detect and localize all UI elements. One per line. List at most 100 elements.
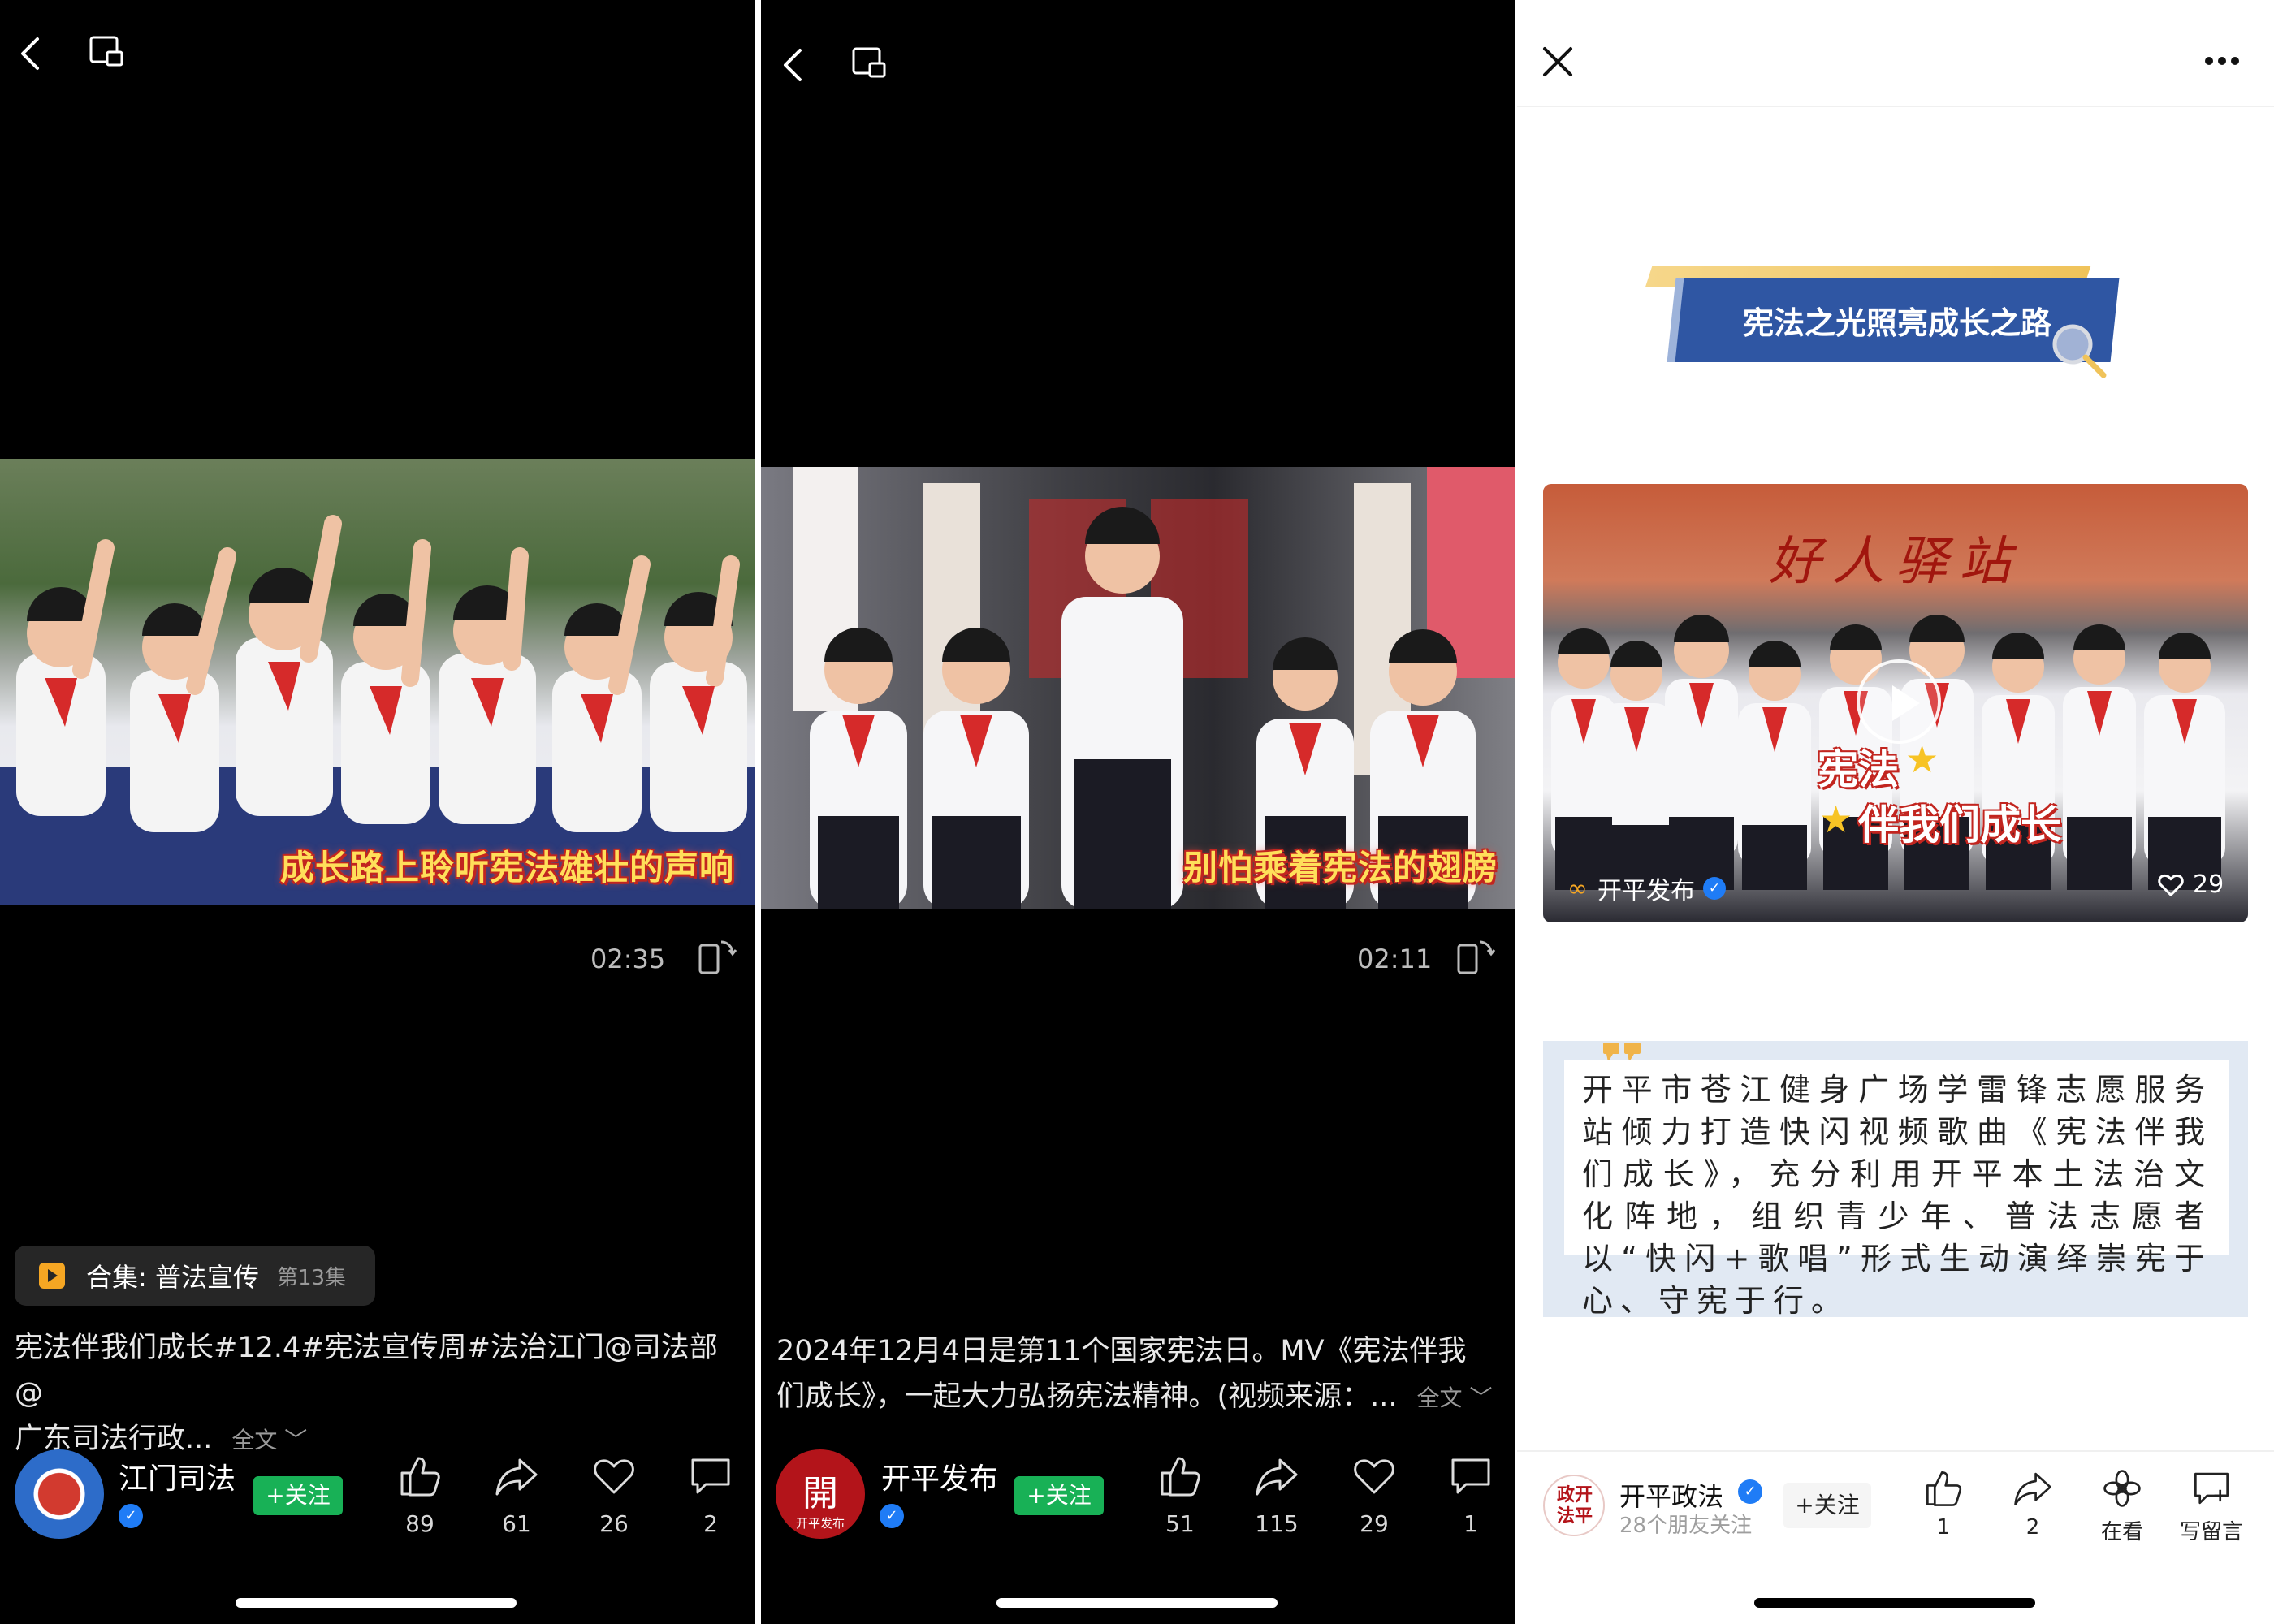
share-button[interactable]: 2 bbox=[1996, 1468, 2069, 1540]
caption-line: 宪法伴我们成长#12.4#宪法宣传周#法治江门@司法部@ bbox=[15, 1332, 718, 1410]
account-avatar[interactable] bbox=[15, 1449, 104, 1539]
verified-icon: ✓ bbox=[880, 1504, 904, 1528]
video-duration: 02:35 bbox=[590, 944, 666, 974]
video-subtitle: 别怕乘着宪法的翅膀 bbox=[1183, 848, 1498, 888]
share-icon bbox=[1256, 1458, 1298, 1496]
follow-button[interactable]: +关注 bbox=[1783, 1483, 1871, 1528]
video-title-line1: 宪法 bbox=[1818, 746, 1899, 793]
comment-button[interactable]: 2 bbox=[682, 1453, 739, 1537]
video-frame-children bbox=[0, 515, 755, 905]
video-source-name: 开平发布 bbox=[1597, 877, 1695, 905]
home-indicator[interactable] bbox=[236, 1598, 517, 1608]
account-name[interactable]: 江门司法 bbox=[119, 1455, 236, 1497]
floating-window-icon[interactable] bbox=[850, 44, 889, 83]
collection-label: 合集: 普法宣传 bbox=[86, 1262, 259, 1293]
comment-count: 1 bbox=[1463, 1510, 1478, 1537]
caption-line: 们成长》，一起大力弘扬宪法精神。(视频来源：... bbox=[776, 1380, 1398, 1413]
rotate-screen-icon[interactable] bbox=[1454, 935, 1496, 978]
verified-icon: ✓ bbox=[1738, 1479, 1762, 1504]
share-count: 115 bbox=[1255, 1510, 1299, 1537]
caption-line: 2024年12月4日是第11个国家宪法日。MV《宪法伴我 bbox=[776, 1335, 1467, 1367]
follow-button[interactable]: +关注 bbox=[253, 1476, 343, 1515]
panel-divider bbox=[755, 0, 761, 1624]
watching-button[interactable]: 在看 bbox=[2086, 1468, 2159, 1545]
account-avatar[interactable]: 政开法平 bbox=[1543, 1475, 1605, 1536]
footer-divider bbox=[1517, 1450, 2274, 1452]
banner-title: 宪法之光照亮成长之路 bbox=[1742, 304, 2051, 341]
share-icon bbox=[495, 1458, 538, 1496]
close-icon[interactable] bbox=[1541, 45, 1574, 78]
quote-text: 开平市苍江健身广场学雷锋志愿服务站倾力打造快闪视频歌曲《宪法伴我们成长》，充分利… bbox=[1582, 1072, 2212, 1319]
thumbs-up-icon bbox=[1161, 1457, 1200, 1497]
share-icon bbox=[2014, 1472, 2051, 1505]
comment-icon bbox=[1451, 1458, 1490, 1494]
expand-full-text[interactable]: 全文 ﹀ bbox=[231, 1427, 307, 1453]
comment-button[interactable]: 1 bbox=[1442, 1453, 1499, 1537]
video-title-line2: 伴我们成长 bbox=[1858, 801, 2061, 849]
video-duration: 02:11 bbox=[1357, 944, 1433, 974]
heart-icon bbox=[1354, 1459, 1394, 1494]
video-panel-1: 成长路上聆听宪法雄壮的声响 02:35 合集: 普法宣传 第13集 宪法伴我们成… bbox=[0, 0, 755, 1624]
floating-window-icon[interactable] bbox=[88, 32, 127, 71]
comment-add-icon bbox=[2194, 1472, 2229, 1505]
thumbs-up-icon bbox=[400, 1457, 440, 1497]
like-count: 89 bbox=[405, 1510, 434, 1537]
favorite-button[interactable]: 26 bbox=[586, 1453, 642, 1537]
share-button[interactable]: 115 bbox=[1248, 1453, 1305, 1537]
header-divider bbox=[1517, 106, 2274, 107]
like-button[interactable]: 1 bbox=[1907, 1468, 1980, 1540]
like-count: 1 bbox=[1936, 1515, 1951, 1540]
account-name[interactable]: 开平发布 bbox=[881, 1455, 998, 1497]
favorite-button[interactable]: 29 bbox=[1346, 1453, 1403, 1537]
video-panel-2: 别怕乘着宪法的翅膀 02:11 2024年12月4日是第11个国家宪法日。MV《… bbox=[761, 0, 1515, 1624]
video-caption: 宪法伴我们成长#12.4#宪法宣传周#法治江门@司法部@ 广东司法行政... 全文… bbox=[15, 1325, 746, 1463]
quote-content: 开平市苍江健身广场学雷锋志愿服务站倾力打造快闪视频歌曲《宪法伴我们成长》，充分利… bbox=[1564, 1060, 2229, 1319]
avatar-text: 开平发布 bbox=[795, 1516, 845, 1531]
video-subtitle: 成长路上聆听宪法雄壮的声响 bbox=[280, 848, 735, 888]
magnifier-icon bbox=[2052, 324, 2107, 378]
share-button[interactable]: 61 bbox=[488, 1453, 545, 1537]
station-sign: 好人驿站 bbox=[1769, 532, 2022, 592]
thumbs-up-icon bbox=[1926, 1471, 1962, 1506]
star-icon: ★ bbox=[1819, 797, 1853, 841]
home-indicator[interactable] bbox=[1754, 1598, 2035, 1608]
collection-chip[interactable]: 合集: 普法宣传 第13集 bbox=[15, 1246, 375, 1306]
more-options-icon[interactable] bbox=[2204, 55, 2240, 67]
comment-icon bbox=[691, 1458, 730, 1494]
verified-icon: ✓ bbox=[1703, 877, 1726, 900]
video-likes[interactable]: 29 bbox=[2157, 870, 2224, 899]
share-count: 2 bbox=[2025, 1515, 2040, 1540]
caption-line: 广东司法行政... bbox=[15, 1423, 213, 1455]
video-like-count: 29 bbox=[2193, 870, 2224, 899]
share-count: 61 bbox=[502, 1510, 531, 1537]
video-caption: 2024年12月4日是第11个国家宪法日。MV《宪法伴我 们成长》，一起大力弘扬… bbox=[776, 1328, 1507, 1421]
like-button[interactable]: 51 bbox=[1152, 1453, 1208, 1537]
like-count: 51 bbox=[1165, 1510, 1195, 1537]
avatar-glyph: 開 bbox=[802, 1473, 838, 1514]
back-icon[interactable] bbox=[777, 45, 810, 84]
back-icon[interactable] bbox=[15, 34, 47, 73]
rotate-screen-icon[interactable] bbox=[695, 935, 737, 978]
write-comment-label: 写留言 bbox=[2179, 1520, 2243, 1544]
write-comment-button[interactable]: 写留言 bbox=[2175, 1468, 2248, 1545]
like-button[interactable]: 89 bbox=[391, 1453, 448, 1537]
quote-mark-icon bbox=[1603, 1043, 1641, 1062]
collection-episode: 第13集 bbox=[276, 1265, 347, 1290]
account-avatar[interactable]: 開 开平发布 bbox=[776, 1449, 865, 1539]
video-source[interactable]: ∞ 开平发布 ✓ bbox=[1567, 870, 1726, 906]
home-indicator[interactable] bbox=[996, 1598, 1278, 1608]
verified-icon: ✓ bbox=[119, 1504, 143, 1528]
video-player[interactable] bbox=[0, 459, 755, 905]
expand-full-text[interactable]: 全文 ﹀ bbox=[1417, 1384, 1493, 1411]
watching-label: 在看 bbox=[2100, 1520, 2143, 1544]
flower-icon bbox=[2103, 1470, 2141, 1507]
collection-play-icon bbox=[39, 1263, 65, 1289]
follow-button[interactable]: +关注 bbox=[1014, 1476, 1104, 1515]
play-icon[interactable] bbox=[1857, 659, 1941, 744]
heart-icon bbox=[2158, 874, 2184, 896]
favorite-count: 26 bbox=[599, 1510, 629, 1537]
star-icon: ★ bbox=[1905, 737, 1939, 781]
heart-icon bbox=[594, 1459, 634, 1494]
avatar-seal: 政开法平 bbox=[1556, 1484, 1593, 1527]
comment-count: 2 bbox=[703, 1510, 718, 1537]
